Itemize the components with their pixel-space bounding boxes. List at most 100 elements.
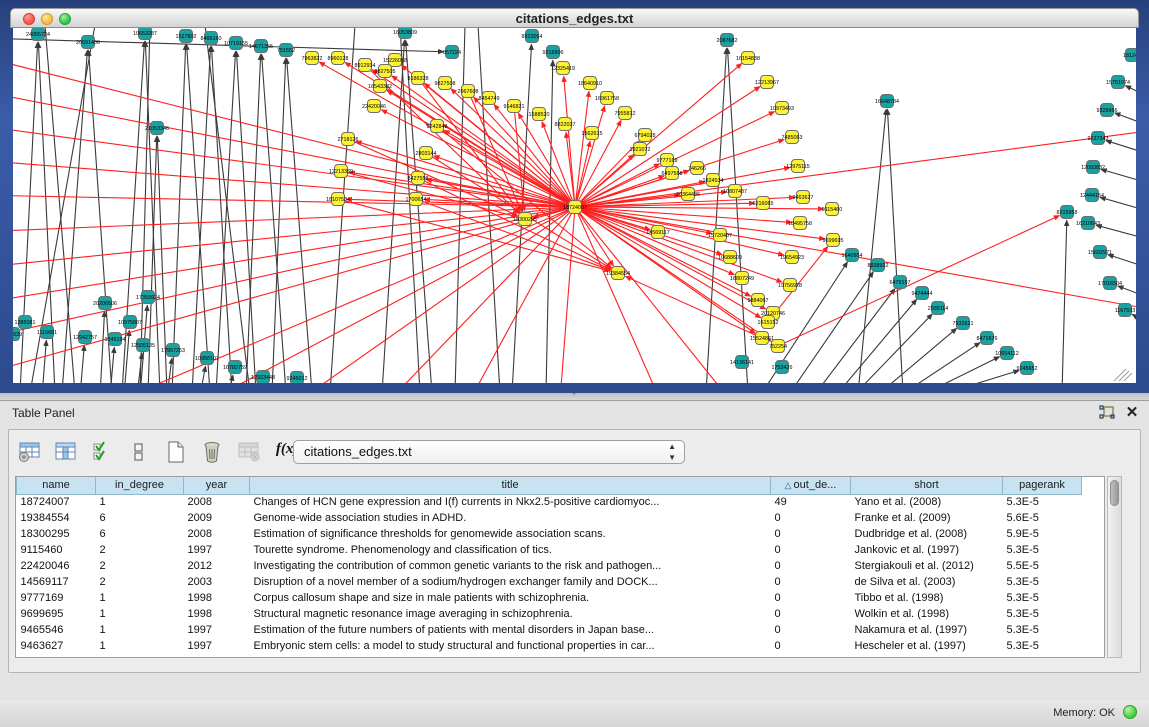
table-cell: Wolkin et al. (1998) <box>851 606 1003 622</box>
graph-node-label: 14569117 <box>646 230 670 236</box>
graph-node-label: 1167533 <box>1115 308 1136 314</box>
graph-node-label: 12325419 <box>551 66 575 72</box>
graph-node-label: 857224 <box>443 50 461 56</box>
graph-node-label: 7955812 <box>615 111 636 117</box>
graph-edge <box>1101 169 1136 185</box>
float-panel-icon[interactable] <box>1098 405 1116 421</box>
graph-node-label: 18107534 <box>326 197 350 203</box>
graph-edge <box>200 366 205 383</box>
graph-edge <box>145 41 160 383</box>
table-row[interactable]: 946362711997Embryonic stem cells: a mode… <box>17 638 1082 654</box>
select-attributes-icon[interactable] <box>88 438 118 464</box>
table-cell: 0 <box>771 590 851 606</box>
vertical-scrollbar[interactable] <box>1107 476 1122 658</box>
graph-edge <box>575 207 824 209</box>
graph-node-label: 24055724 <box>26 32 50 38</box>
graph-node-label: 8215958 <box>1057 210 1078 216</box>
dropdown-arrows-icon: ▲▼ <box>668 441 676 463</box>
delete-attribute-icon[interactable] <box>197 438 227 464</box>
network-canvas[interactable]: 2405572420691406106532871527802846616010… <box>13 28 1136 383</box>
window-titlebar[interactable]: citations_edges.txt <box>10 8 1139 28</box>
close-window-button[interactable] <box>23 13 35 25</box>
graph-node-label: 16543382 <box>368 84 392 90</box>
graph-node-label: 20364486 <box>676 192 700 198</box>
table-row[interactable]: 2242004622012Investigating the contribut… <box>17 558 1082 574</box>
graph-edge <box>946 371 1019 383</box>
column-header-short[interactable]: short <box>851 477 1003 494</box>
table-cell: 5.3E-5 <box>1003 494 1082 510</box>
table-cell: Investigating the contribution of common… <box>250 558 771 574</box>
graph-node-label: 391939 <box>13 332 22 338</box>
column-header-out_de[interactable]: △out_de... <box>771 477 851 494</box>
column-header-pagerank[interactable]: pagerank <box>1003 477 1082 494</box>
graph-node-label: 9245652 <box>1017 366 1038 372</box>
table-row[interactable]: 911546021997Tourette syndrome. Phenomeno… <box>17 542 1082 558</box>
column-header-name[interactable]: name <box>17 477 96 494</box>
table-row[interactable]: 969969511998Structural magnetic resonanc… <box>17 606 1082 622</box>
scrollbar-thumb[interactable] <box>1110 480 1119 506</box>
graph-edge <box>444 130 575 207</box>
table-columns-icon[interactable] <box>51 438 81 464</box>
minimize-window-button[interactable] <box>41 13 53 25</box>
table-panel-title: Table Panel <box>12 406 75 420</box>
rows-icon[interactable] <box>124 438 154 464</box>
graph-node-label: 2718126 <box>338 137 359 143</box>
resize-grip-icon[interactable] <box>1119 371 1129 381</box>
close-panel-icon[interactable]: ✕ <box>1124 403 1140 421</box>
table-cell: 9115460 <box>17 542 96 558</box>
table-cell: 2003 <box>184 574 250 590</box>
table-toolbar: f(x) citations_edges.txt ▲▼ <box>15 438 1135 468</box>
table-cell: 49 <box>771 494 851 510</box>
graph-node-label: 18495758 <box>788 221 812 227</box>
graph-node-label: 752254 <box>769 344 787 350</box>
split-pane-divider[interactable]: ⌃ <box>0 393 1149 400</box>
table-cell: 5.6E-5 <box>1003 510 1082 526</box>
table-row[interactable]: 1872400712008Changes of HCN gene express… <box>17 494 1082 510</box>
table-row[interactable]: 946554611997Estimation of the future num… <box>17 622 1082 638</box>
graph-node-label: 17957253 <box>161 348 185 354</box>
graph-node-label: 16961758 <box>595 96 619 102</box>
table-panel-body: f(x) citations_edges.txt ▲▼ namein_degre… <box>8 429 1141 673</box>
graph-node-label: 15692971 <box>1088 250 1112 256</box>
graph-edge <box>560 207 575 383</box>
graph-node-label: 1753426 <box>772 365 793 371</box>
graph-node-label: 9146821 <box>504 104 525 110</box>
table-row[interactable]: 1938455462009Genome-wide association stu… <box>17 510 1082 526</box>
divider-handle-icon[interactable]: ⌃ <box>566 394 582 399</box>
table-cell: Dudbridge et al. (2008) <box>851 526 1003 542</box>
graph-node-label: 2087682 <box>717 38 738 44</box>
graph-node-label: 9463627 <box>793 195 814 201</box>
node-table: namein_degreeyeartitle△out_de...shortpag… <box>15 476 1105 658</box>
graph-edge <box>778 216 1059 346</box>
graph-node-label: 9777169 <box>657 158 678 164</box>
column-header-in_degree[interactable]: in_degree <box>96 477 184 494</box>
table-row[interactable]: 1830029562008Estimation of significance … <box>17 526 1082 542</box>
network-graph[interactable]: 2405572420691406106532871527802846616010… <box>13 28 1136 383</box>
graph-node-label: 1921072 <box>630 147 651 153</box>
table-cell: 0 <box>771 542 851 558</box>
zoom-window-button[interactable] <box>59 13 71 25</box>
memory-status-icon[interactable] <box>1123 705 1137 719</box>
table-cell: 1 <box>96 590 184 606</box>
graph-edge <box>816 289 895 383</box>
column-header-title[interactable]: title <box>250 477 771 494</box>
new-table-icon[interactable] <box>161 438 191 464</box>
table-row[interactable]: 977716911998Corpus callosum shape and si… <box>17 590 1082 606</box>
table-row[interactable]: 1456911722003Disruption of a novel membe… <box>17 574 1082 590</box>
window-title: citations_edges.txt <box>11 9 1138 28</box>
table-cell: 6 <box>96 510 184 526</box>
graph-node-label: 19654923 <box>780 255 804 261</box>
graph-edge <box>887 109 903 383</box>
table-cell: Changes of HCN gene expression and I(f) … <box>250 494 771 510</box>
table-settings-icon[interactable] <box>15 438 45 464</box>
resize-grip-icon[interactable] <box>1114 369 1126 381</box>
table-cell: 5.3E-5 <box>1003 638 1082 654</box>
graph-node-label: 9827505 <box>375 69 396 75</box>
delete-table-icon[interactable] <box>234 438 264 464</box>
table-selector-dropdown[interactable]: citations_edges.txt ▲▼ <box>293 440 685 464</box>
column-header-year[interactable]: year <box>184 477 250 494</box>
graph-node-label: 6794028 <box>635 133 656 139</box>
graph-edge <box>287 58 312 383</box>
table-cell: 9463627 <box>17 638 96 654</box>
graph-node-label: 751552 <box>277 48 295 54</box>
